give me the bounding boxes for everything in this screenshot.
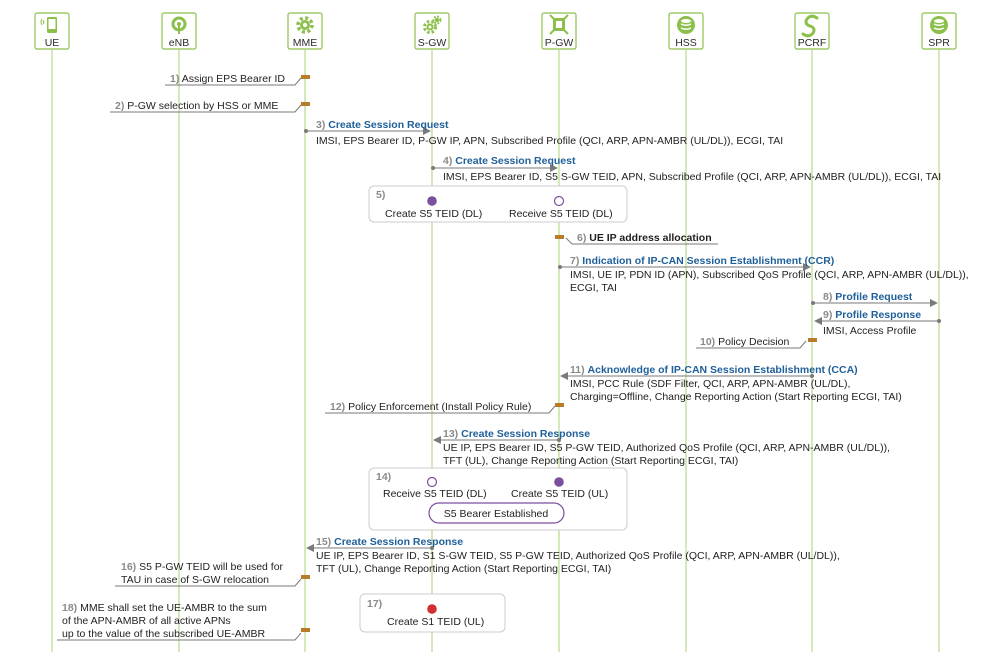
- svg-text:12) Policy Enforcement (Instal: 12) Policy Enforcement (Install Policy R…: [330, 401, 531, 413]
- activation-marker: [808, 338, 817, 342]
- svg-text:ECGI, TAI: ECGI, TAI: [570, 282, 617, 294]
- activation-marker: [555, 403, 564, 407]
- svg-text:16) S5 P-GW TEID will be used: 16) S5 P-GW TEID will be used for: [121, 561, 284, 573]
- teid-create-dot: [427, 604, 437, 614]
- step-5-box: 5) Create S5 TEID (DL) Receive S5 TEID (…: [368, 185, 628, 223]
- teid-create-dot: [427, 196, 437, 206]
- svg-text:IMSI, UE IP, PDN ID (APN), Sub: IMSI, UE IP, PDN ID (APN), Subscribed Qo…: [570, 269, 969, 281]
- entity-label: eNB: [169, 37, 189, 49]
- entity-label: PCRF: [798, 37, 827, 49]
- entity-ue: UE: [34, 12, 70, 50]
- database-icon: [930, 16, 948, 34]
- svg-text:7) Indication of IP-CAN Sessio: 7) Indication of IP-CAN Session Establis…: [570, 255, 834, 267]
- step-18: 18) MME shall set the UE-AMBR to the sum…: [57, 602, 310, 641]
- svg-text:UE IP, EPS Bearer ID, S5 P-GW: UE IP, EPS Bearer ID, S5 P-GW TEID, Auth…: [443, 442, 890, 454]
- svg-text:Receive S5 TEID (DL): Receive S5 TEID (DL): [383, 488, 487, 500]
- entity-label: S-GW: [418, 37, 447, 49]
- activation-marker: [301, 102, 310, 106]
- svg-text:Create S5 TEID (DL): Create S5 TEID (DL): [385, 208, 482, 220]
- svg-text:6) UE IP address allocation: 6) UE IP address allocation: [577, 232, 712, 244]
- svg-text:14): 14): [376, 471, 391, 483]
- svg-text:TFT (UL), Change Reporting Act: TFT (UL), Change Reporting Action (Start…: [316, 563, 611, 575]
- sequence-diagram: UE eNB MME S-GW P-GW HSS PCRF SPR 1) Ass…: [34, 12, 969, 652]
- step-2: 2) P-GW selection by HSS or MME: [110, 100, 310, 113]
- svg-text:2) P-GW selection by HSS or MM: 2) P-GW selection by HSS or MME: [115, 100, 278, 112]
- entity-enb: eNB: [161, 12, 197, 50]
- svg-text:15) Create Session Response: 15) Create Session Response: [316, 536, 463, 548]
- entity-mme: MME: [287, 12, 323, 50]
- teid-receive-dot: [553, 195, 565, 207]
- svg-text:TAU in case of S-GW relocation: TAU in case of S-GW relocation: [121, 574, 269, 586]
- svg-text:up to the value of the subscri: up to the value of the subscribed UE-AMB…: [62, 628, 266, 640]
- activation-marker: [301, 75, 310, 79]
- entity-label: HSS: [675, 37, 697, 49]
- svg-text:Create S1 TEID (UL): Create S1 TEID (UL): [387, 616, 484, 628]
- step-8: 8) Profile Request: [811, 291, 938, 307]
- step-13: 13) Create Session Response UE IP, EPS B…: [433, 428, 890, 467]
- step-17-box: 17) Create S1 TEID (UL): [359, 593, 506, 633]
- svg-text:3) Create Session Request: 3) Create Session Request: [316, 119, 449, 131]
- svg-text:of the APN-AMBR of all active: of the APN-AMBR of all active APNs: [62, 615, 231, 627]
- svg-text:IMSI, PCC Rule (SDF Filter, QC: IMSI, PCC Rule (SDF Filter, QCI, ARP, AP…: [570, 378, 850, 390]
- step-6: 6) UE IP address allocation: [555, 232, 718, 245]
- step-3: 3) Create Session Request IMSI, EPS Bear…: [304, 119, 783, 147]
- activation-marker: [555, 235, 564, 239]
- database-icon: [677, 16, 695, 34]
- svg-text:8) Profile Request: 8) Profile Request: [823, 291, 913, 303]
- teid-create-dot: [554, 477, 564, 487]
- svg-text:Create S5 TEID (UL): Create S5 TEID (UL): [511, 488, 608, 500]
- entity-sgw: S-GW: [414, 12, 450, 50]
- svg-text:Receive S5 TEID (DL): Receive S5 TEID (DL): [509, 208, 613, 220]
- svg-text:4) Create Session Request: 4) Create Session Request: [443, 155, 576, 167]
- svg-text:10) Policy Decision: 10) Policy Decision: [700, 336, 789, 348]
- svg-text:1) Assign EPS Bearer ID: 1) Assign EPS Bearer ID: [170, 73, 285, 85]
- step-16: 16) S5 P-GW TEID will be used for TAU in…: [115, 561, 310, 587]
- teid-receive-dot: [426, 476, 438, 488]
- svg-text:S5 Bearer Established: S5 Bearer Established: [444, 508, 549, 520]
- svg-text:Charging=Offline, Change Repor: Charging=Offline, Change Reporting Actio…: [570, 391, 902, 403]
- svg-text:17): 17): [367, 598, 382, 610]
- entity-label: UE: [45, 37, 60, 49]
- step-14-box: 14) Receive S5 TEID (DL) Create S5 TEID …: [368, 467, 628, 531]
- svg-text:IMSI, EPS Bearer ID, S5 S-GW T: IMSI, EPS Bearer ID, S5 S-GW TEID, APN, …: [443, 171, 941, 183]
- step-1: 1) Assign EPS Bearer ID: [165, 73, 310, 86]
- svg-text:13) Create Session Response: 13) Create Session Response: [443, 428, 590, 440]
- step-10: 10) Policy Decision: [696, 336, 817, 349]
- step-11: 11) Acknowledge of IP-CAN Session Establ…: [560, 364, 902, 403]
- svg-text:18) MME shall set the UE-AMBR: 18) MME shall set the UE-AMBR to the sum: [62, 602, 267, 614]
- svg-text:11) Acknowledge of IP-CAN Sess: 11) Acknowledge of IP-CAN Session Establ…: [570, 364, 858, 376]
- entity-label: MME: [293, 37, 318, 49]
- entity-hss: HSS: [668, 12, 704, 50]
- svg-text:9) Profile Response: 9) Profile Response: [823, 309, 921, 321]
- entity-label: SPR: [928, 37, 950, 49]
- svg-text:5): 5): [376, 189, 385, 201]
- entity-spr: SPR: [921, 12, 957, 50]
- step-12: 12) Policy Enforcement (Install Policy R…: [325, 401, 564, 414]
- step-15: 15) Create Session Response UE IP, EPS B…: [306, 536, 840, 575]
- svg-text:TFT (UL), Change Reporting Act: TFT (UL), Change Reporting Action (Start…: [443, 455, 738, 467]
- entity-pcrf: PCRF: [794, 12, 830, 50]
- entity-label: P-GW: [545, 37, 574, 49]
- activation-marker: [301, 628, 310, 632]
- svg-text:IMSI, EPS Bearer ID, P-GW IP,: IMSI, EPS Bearer ID, P-GW IP, APN, Subsc…: [316, 135, 783, 147]
- svg-text:UE IP, EPS Bearer ID, S1 S-GW: UE IP, EPS Bearer ID, S1 S-GW TEID, S5 P…: [316, 550, 840, 562]
- step-7: 7) Indication of IP-CAN Session Establis…: [558, 255, 969, 294]
- entity-pgw: P-GW: [541, 12, 577, 50]
- step-9: 9) Profile Response IMSI, Access Profile: [814, 309, 941, 337]
- activation-marker: [301, 575, 310, 579]
- svg-text:IMSI, Access Profile: IMSI, Access Profile: [823, 325, 917, 337]
